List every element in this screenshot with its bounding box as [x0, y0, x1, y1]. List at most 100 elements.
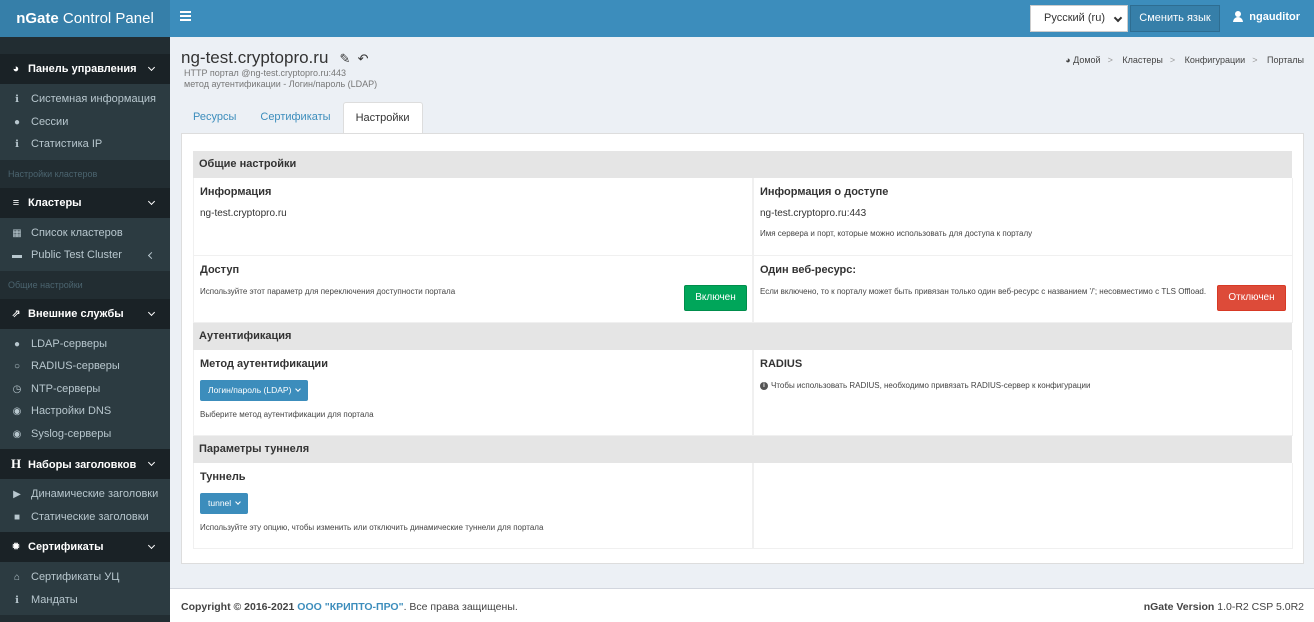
sidebar-item-mandates[interactable]: ℹ Мандаты: [0, 589, 170, 612]
radius-hint: Чтобы использовать RADIUS, необходимо пр…: [771, 381, 1091, 390]
info-icon: ℹ: [15, 139, 19, 150]
info-cell: Информация ng-test.cryptopro.ru: [193, 178, 753, 256]
list-icon: ▦: [12, 227, 22, 239]
home-icon: ◕: [1065, 55, 1071, 65]
info-value: ng-test.cryptopro.ru: [200, 208, 287, 219]
tunnel-dropdown[interactable]: tunnel: [200, 493, 249, 514]
chevron-left-icon: [147, 251, 156, 260]
sidebar-header-sets[interactable]: H Наборы заголовков: [0, 449, 170, 479]
info-icon: ℹ: [15, 94, 19, 105]
sidebar-item-system-info[interactable]: ℹ Системная информация: [0, 88, 170, 111]
tunnel-label: Туннель: [200, 471, 246, 483]
user-icon: [1233, 11, 1244, 23]
users-icon: ●: [13, 338, 21, 350]
chevron-down-icon: [147, 197, 156, 205]
sidebar-certificates[interactable]: ✹ Сертификаты: [0, 532, 170, 562]
info-circle-icon: i: [760, 382, 768, 390]
tab-resources[interactable]: Ресурсы: [181, 102, 248, 133]
breadcrumb-home[interactable]: Домой: [1073, 55, 1100, 65]
sidebar-item-ip-stats[interactable]: ℹ Статистика IP: [0, 133, 170, 156]
sidebar: ◕ Панель управления ℹ Системная информация…: [0, 37, 170, 622]
chevron-down-icon: [147, 308, 156, 316]
access-info-value: ng-test.cryptopro.ru:443: [760, 208, 867, 219]
single-resource-toggle-button[interactable]: Отключен: [1217, 285, 1286, 311]
undo-icon[interactable]: ↶: [358, 51, 369, 66]
external-link-icon: ⇗: [11, 307, 21, 320]
access-hint: Используйте этот параметр для переключен…: [200, 287, 456, 296]
section-auth: Аутентификация: [193, 323, 1292, 350]
sidebar-section-label: Настройки кластеров: [0, 159, 170, 188]
access-info-label: Информация о доступе: [760, 186, 889, 198]
tab-settings[interactable]: Настройки: [342, 102, 423, 133]
breadcrumb-portals: Порталы: [1266, 55, 1304, 65]
sidebar-item-public-test-cluster[interactable]: ▬ Public Test Cluster: [0, 244, 170, 267]
sidebar-item-ca-certs[interactable]: ⌂ Сертификаты УЦ: [0, 566, 170, 589]
auth-method-label: Метод аутентификации: [200, 358, 328, 370]
auth-method-dropdown[interactable]: Логин/пароль (LDAP): [200, 380, 309, 401]
chevron-down-icon: [147, 458, 156, 467]
access-label: Доступ: [200, 264, 240, 276]
sidebar-item-sessions[interactable]: ● Сессии: [0, 111, 170, 134]
circle-notch-icon: ○: [13, 361, 21, 372]
sidebar-item-radius[interactable]: ○ RADIUS-серверы: [0, 355, 170, 378]
certificate-icon: ✹: [11, 541, 21, 553]
chevron-down-icon: [1113, 13, 1123, 23]
app-logo[interactable]: nGate Control Panel: [0, 0, 170, 37]
stop-icon: ■: [13, 511, 21, 523]
database-icon: ≡: [12, 196, 20, 209]
globe-icon: ◉: [12, 406, 22, 417]
chevron-down-icon: [147, 541, 156, 550]
tunnel-cell: Туннель tunnel Используйте эту опцию, чт…: [193, 463, 753, 549]
info-icon: ℹ: [15, 594, 19, 606]
page-subtitle-auth: метод аутентификации - Логин/пароль (LDA…: [184, 79, 378, 89]
sidebar-item-ldap[interactable]: ● LDAP-серверы: [0, 333, 170, 356]
desktop-icon: ▬: [12, 250, 22, 261]
sidebar-item-dynamic-headers[interactable]: ▶ Динамические заголовки: [0, 483, 170, 506]
breadcrumb-clusters[interactable]: Кластеры: [1122, 55, 1163, 65]
clock-icon: ◷: [12, 383, 22, 395]
header-icon: H: [10, 456, 22, 471]
sidebar-dashboard[interactable]: ◕ Панель управления: [0, 54, 170, 84]
access-toggle-button[interactable]: Включен: [684, 285, 747, 311]
play-icon: ▶: [13, 489, 21, 500]
auth-method-cell: Метод аутентификации Логин/пароль (LDAP)…: [193, 350, 753, 436]
pencil-icon[interactable]: ✎: [339, 51, 350, 66]
footer-rights: . Все права защищены.: [403, 601, 518, 613]
tab-certificates[interactable]: Сертификаты: [248, 102, 342, 133]
bank-icon: ⌂: [13, 572, 21, 583]
tunnel-hint: Используйте эту опцию, чтобы изменить ил…: [200, 523, 544, 532]
access-info-cell: Информация о доступе ng-test.cryptopro.r…: [753, 178, 1293, 256]
single-resource-hint: Если включено, то к порталу может быть п…: [760, 287, 1207, 296]
sidebar-clusters[interactable]: ≡ Кластеры: [0, 187, 170, 218]
user-menu[interactable]: ngauditor: [1233, 0, 1300, 37]
user-icon: ●: [13, 116, 21, 128]
footer-copyright: Copyright © 2016-2021: [181, 601, 295, 613]
page-title: ng-test.cryptopro.ru: [181, 48, 329, 67]
breadcrumb: ◕ Домой > Кластеры > Конфигурации > Порталы: [1065, 55, 1304, 65]
sidebar-item-ntp[interactable]: ◷ NTP-серверы: [0, 378, 170, 401]
content-header: ng-test.cryptopro.ru ✎ ↶ HTTP портал @ng…: [181, 48, 377, 90]
sidebar-toggle-icon[interactable]: [180, 11, 191, 25]
sidebar-item-dns[interactable]: ◉ Настройки DNS: [0, 400, 170, 423]
breadcrumb-configs[interactable]: Конфигурации: [1185, 55, 1246, 65]
chevron-down-icon: [147, 63, 156, 72]
sidebar-item-static-headers[interactable]: ■ Статические заголовки: [0, 506, 170, 529]
single-resource-cell: Один веб-ресурс: Если включено, то к пор…: [753, 256, 1293, 323]
settings-panel: Общие настройки Информация ng-test.crypt…: [181, 133, 1304, 564]
footer-company-link[interactable]: ООО "КРИПТО-ПРО": [297, 601, 403, 613]
sidebar-item-syslog[interactable]: ◉ Syslog-серверы: [0, 423, 170, 446]
footer: Copyright © 2016-2021 ООО "КРИПТО-ПРО". …: [170, 588, 1314, 622]
access-cell: Доступ Используйте этот параметр для пер…: [193, 256, 753, 323]
language-select[interactable]: Русский (ru): [1030, 5, 1128, 32]
radius-cell: RADIUS i Чтобы использовать RADIUS, необх…: [753, 350, 1293, 436]
chevron-down-icon: [235, 499, 242, 505]
chevron-down-icon: [295, 386, 302, 392]
globe-icon: ◉: [12, 428, 22, 440]
dashboard-icon: ◕: [12, 63, 20, 75]
footer-version-value: 1.0-R2 CSP 5.0R2: [1214, 601, 1304, 613]
footer-version-label: nGate Version: [1143, 601, 1215, 613]
sidebar-item-cluster-list[interactable]: ▦ Список кластеров: [0, 222, 170, 245]
radius-label: RADIUS: [760, 358, 803, 370]
sidebar-external-services[interactable]: ⇗ Внешние службы: [0, 298, 170, 329]
change-language-button[interactable]: Сменить язык: [1130, 5, 1220, 32]
